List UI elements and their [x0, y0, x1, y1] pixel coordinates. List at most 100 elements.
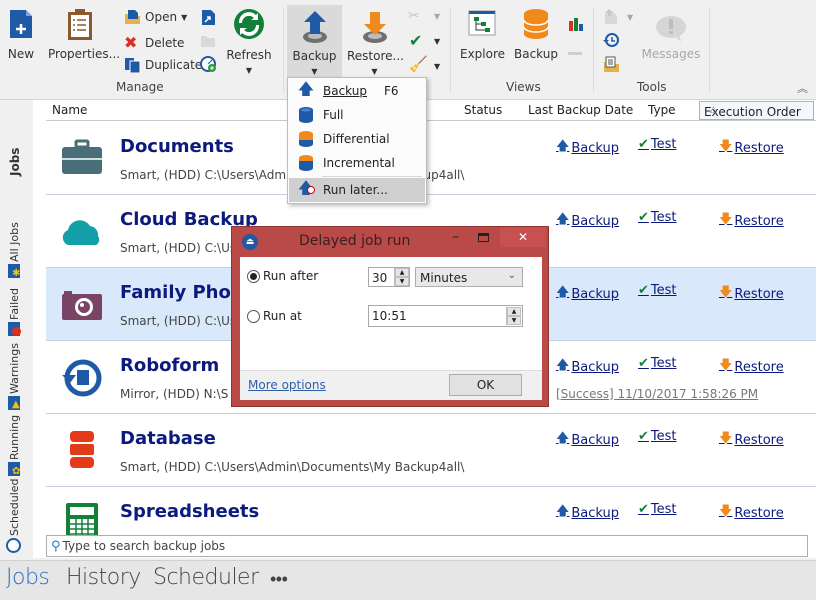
spin-down-icon: ▼	[507, 316, 521, 325]
backup-link[interactable]: 🡅 Backup	[556, 429, 619, 451]
column-execution-order[interactable]: Execution Order △	[699, 101, 814, 120]
more-options-link[interactable]: More options	[248, 378, 326, 392]
backup-link[interactable]: 🡅 Backup	[556, 502, 619, 524]
tab-jobs[interactable]: Jobs	[6, 565, 50, 590]
history-icon[interactable]	[603, 32, 620, 49]
job-detail: Smart, (HDD) C:\Us	[120, 241, 237, 255]
column-last-backup-date[interactable]: Last Backup Date	[528, 103, 633, 117]
restore-button[interactable]: Restore... ▼	[347, 5, 404, 77]
column-name[interactable]: Name	[52, 103, 87, 117]
refresh-caret-icon[interactable]: ▼	[246, 66, 252, 75]
run-at-spinner[interactable]: ▲ ▼	[506, 307, 521, 325]
menu-item-run-later[interactable]: 🡅 Run later...	[289, 178, 425, 202]
column-type[interactable]: Type	[648, 103, 676, 117]
restore-link[interactable]: 🡇 Restore	[719, 429, 784, 451]
collapse-ribbon-icon[interactable]: ︽	[797, 80, 808, 96]
add-schedule-icon[interactable]	[200, 56, 217, 73]
refresh-button[interactable]: Refresh ▼	[226, 8, 272, 76]
backup-arrow-icon	[302, 11, 327, 43]
menu-item-full[interactable]: Full	[289, 103, 425, 127]
backup-link[interactable]: 🡅 Backup	[556, 283, 619, 305]
sidebar-item-failed[interactable]: Failed	[6, 286, 24, 342]
job-name[interactable]: Database	[120, 428, 216, 449]
cleanup-caret-icon[interactable]: ▼	[434, 62, 440, 71]
restore-link[interactable]: 🡇 Restore	[719, 137, 784, 159]
run-after-spinner[interactable]: ▲ ▼	[394, 268, 409, 286]
test-link[interactable]: ✔ Test	[638, 210, 677, 225]
test-link[interactable]: ✔ Test	[638, 502, 677, 517]
last-backup-status[interactable]: [Success] 11/10/2017 1:58:26 PM	[556, 387, 758, 401]
dialog-titlebar[interactable]: ⏏ Delayed job run – ✕	[232, 227, 548, 257]
test-link[interactable]: ✔ Test	[638, 137, 677, 152]
cleanup-broom-icon[interactable]: 🧹	[409, 55, 428, 73]
open-button[interactable]: Open ▼	[124, 9, 187, 25]
log-folder-icon[interactable]	[603, 56, 620, 73]
chevron-down-icon: ⌄	[507, 270, 516, 281]
test-link[interactable]: ✔ Test	[638, 283, 677, 298]
manage-group-label: Manage	[116, 80, 164, 94]
restore-link[interactable]: 🡇 Restore	[719, 356, 784, 378]
column-status[interactable]: Status	[464, 103, 502, 117]
test-link[interactable]: ✔ Test	[638, 356, 677, 371]
run-at-time-input[interactable]: 10:51 ▲ ▼	[368, 305, 523, 327]
explore-button[interactable]: Explore	[460, 10, 505, 61]
job-row[interactable]: Documents Smart, (HDD) C:\Users\Admin\Do…	[46, 122, 816, 195]
menu-item-incremental[interactable]: Incremental	[289, 151, 425, 175]
test-check-icon[interactable]: ✔	[409, 31, 422, 50]
backup-link[interactable]: 🡅 Backup	[556, 137, 619, 159]
menu-item-differential[interactable]: Differential	[289, 127, 425, 151]
backup-arrow-icon: 🡅	[556, 358, 570, 373]
restore-link[interactable]: 🡇 Restore	[719, 283, 784, 305]
open-dropdown-caret-icon[interactable]: ▼	[181, 13, 187, 22]
delete-button[interactable]: ✖ Delete	[124, 33, 184, 52]
time-unit-select[interactable]: Minutes ⌄	[415, 267, 523, 287]
restore-caret-icon[interactable]: ▼	[371, 67, 377, 76]
running-icon: ✿	[8, 462, 20, 477]
job-row[interactable]: Spreadsheets 🡅 Backup ✔ Test 🡇 Restore	[46, 487, 816, 535]
check-icon: ✔	[638, 210, 649, 225]
job-name[interactable]: Roboform	[120, 355, 219, 376]
spin-up-icon: ▲	[507, 307, 521, 316]
ok-button[interactable]: OK	[449, 374, 522, 396]
check-icon: ✔	[638, 137, 649, 152]
run-after-radio[interactable]: Run after	[247, 269, 318, 283]
separator	[283, 8, 284, 92]
backup-button[interactable]: Backup ▼	[287, 5, 342, 77]
dialog-body: Run after 30 ▲ ▼ Minutes ⌄ Run at 10:51 ▲…	[240, 257, 542, 370]
backup-link[interactable]: 🡅 Backup	[556, 210, 619, 232]
more-tabs-button[interactable]: •••	[270, 569, 288, 590]
duplicate-button[interactable]: Duplicate	[124, 57, 202, 73]
restore-link[interactable]: 🡇 Restore	[719, 502, 784, 524]
job-name[interactable]: Documents	[120, 136, 234, 157]
sidebar-item-running[interactable]: Running ✿	[6, 415, 24, 478]
calculator-icon	[66, 503, 98, 535]
cloud-icon	[62, 220, 100, 245]
tab-scheduler[interactable]: Scheduler	[153, 565, 259, 590]
incremental-db-icon	[299, 155, 313, 171]
backup-arrow-icon: 🡅	[297, 78, 315, 98]
backup-link[interactable]: 🡅 Backup	[556, 356, 619, 378]
tools-group-label: Tools	[637, 80, 667, 94]
chart-icon[interactable]	[568, 17, 583, 32]
properties-button[interactable]: Properties...	[48, 8, 120, 61]
test-caret-icon[interactable]: ▼	[434, 37, 440, 46]
views-backup-button[interactable]: Backup	[514, 8, 558, 61]
sidebar-item-warnings[interactable]: Warnings ▲	[6, 343, 24, 414]
new-button[interactable]: New	[6, 8, 36, 61]
search-input[interactable]: ⚲ Type to search backup jobs	[46, 535, 808, 557]
job-name[interactable]: Spreadsheets	[120, 501, 259, 522]
restore-link[interactable]: 🡇 Restore	[719, 210, 784, 232]
sidebar-item-all-jobs[interactable]: All Jobs ✱	[6, 222, 24, 284]
minimize-button[interactable]: –	[452, 229, 459, 245]
shortcut-icon[interactable]	[201, 9, 216, 26]
job-detail: Mirror, (HDD) N:\S	[120, 387, 229, 401]
maximize-button[interactable]	[478, 233, 489, 242]
run-after-value-input[interactable]: 30 ▲ ▼	[368, 267, 410, 287]
tab-history[interactable]: History	[66, 565, 141, 590]
job-row[interactable]: Database Smart, (HDD) C:\Users\Admin\Doc…	[46, 414, 816, 487]
sidebar-item-scheduled[interactable]: Scheduled	[6, 478, 24, 556]
run-at-radio[interactable]: Run at	[247, 309, 302, 323]
menu-item-backup[interactable]: 🡅 Backup F6	[289, 79, 425, 103]
close-button[interactable]: ✕	[500, 227, 546, 247]
test-link[interactable]: ✔ Test	[638, 429, 677, 444]
